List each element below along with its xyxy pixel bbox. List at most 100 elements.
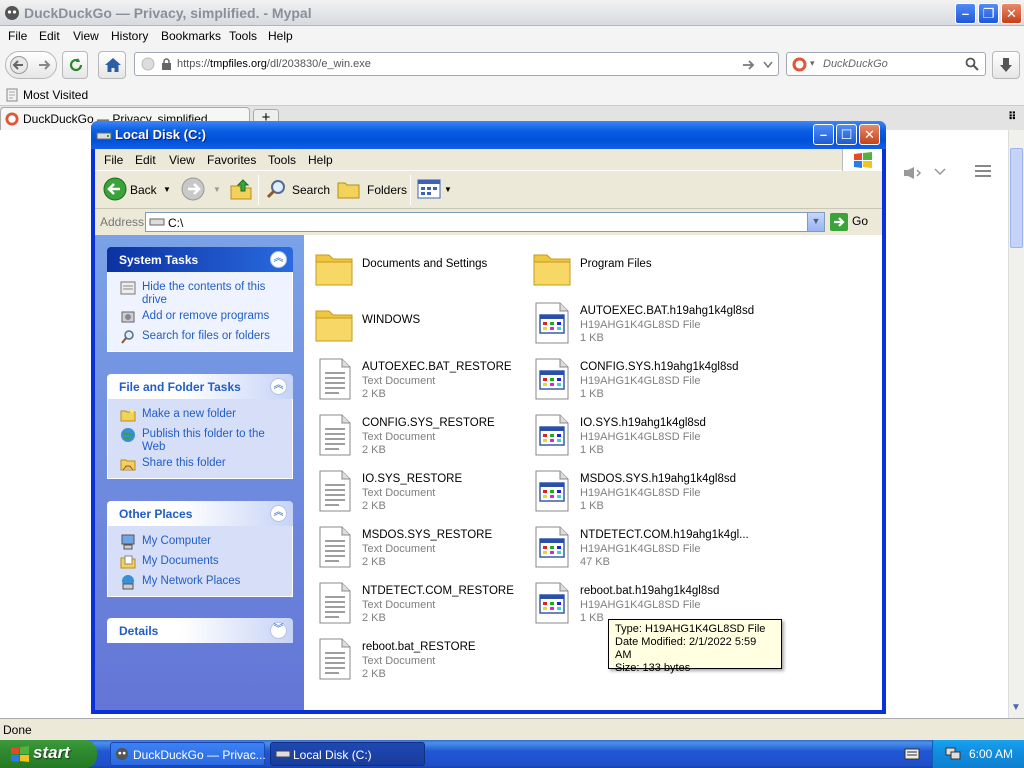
task-search-files[interactable]: Search for files or folders <box>108 327 292 347</box>
back-button[interactable]: Back <box>130 183 157 197</box>
url-bar[interactable]: https://tmpfiles.org/dl/203830/e_win.exe <box>134 52 779 76</box>
task-share-folder[interactable]: Share this folder <box>108 454 292 474</box>
file-item[interactable]: CONFIG.SYS_RESTORE Text Document 2 KB <box>314 411 534 461</box>
file-item[interactable]: NTDETECT.COM.h19ahg1k4gl... H19AHG1K4GL8S… <box>532 523 752 573</box>
file-name: CONFIG.SYS_RESTORE <box>362 417 495 429</box>
system-tasks-header[interactable]: System Tasks ︽ <box>107 247 293 272</box>
address-dropdown-icon[interactable]: ▼ <box>807 213 824 231</box>
file-item[interactable]: Program Files <box>532 243 752 293</box>
url-dropdown-icon[interactable] <box>763 61 773 69</box>
clock: 6:00 AM <box>969 747 1014 761</box>
file-item[interactable]: IO.SYS_RESTORE Text Document 2 KB <box>314 467 534 517</box>
details-header[interactable]: Details ︾ <box>107 618 293 643</box>
menu-help[interactable]: Help <box>268 29 293 43</box>
file-item[interactable]: MSDOS.SYS_RESTORE Text Document 2 KB <box>314 523 534 573</box>
home-button[interactable] <box>98 51 126 79</box>
explorer-close-button[interactable]: ✕ <box>859 124 880 145</box>
file-item[interactable]: MSDOS.SYS.h19ahg1k4gl8sd H19AHG1K4GL8SD F… <box>532 467 752 517</box>
expand-chevron-icon[interactable]: ︾ <box>270 622 287 639</box>
url-text: https://tmpfiles.org/dl/203830/e_win.exe <box>177 58 371 70</box>
scroll-down-arrow-icon[interactable]: ▼ <box>1011 702 1021 713</box>
back-dropdown-icon[interactable]: ▼ <box>163 185 171 194</box>
go-arrow-icon[interactable] <box>741 58 755 72</box>
file-item[interactable]: WINDOWS <box>314 299 534 349</box>
up-folder-icon[interactable] <box>229 177 253 201</box>
folders-button[interactable]: Folders <box>367 183 407 197</box>
explorer-maximize-button[interactable]: ☐ <box>836 124 857 145</box>
file-item[interactable]: NTDETECT.COM_RESTORE Text Document 2 KB <box>314 579 534 629</box>
collapse-chevron-icon[interactable]: ︽ <box>270 505 287 522</box>
file-item[interactable]: AUTOEXEC.BAT_RESTORE Text Document 2 KB <box>314 355 534 405</box>
other-places-header[interactable]: Other Places ︽ <box>107 501 293 526</box>
taskbar-item-browser[interactable]: DuckDuckGo — Privac... <box>110 742 266 766</box>
xp-menu-view[interactable]: View <box>169 153 195 167</box>
xp-menu-file[interactable]: File <box>104 153 123 167</box>
browser-restore-button[interactable]: ❐ <box>978 3 999 24</box>
back-arrow-icon[interactable] <box>10 56 28 74</box>
task-add-remove-programs[interactable]: Add or remove programs <box>108 307 292 327</box>
file-name: AUTOEXEC.BAT.h19ahg1k4gl8sd <box>580 305 755 317</box>
explorer-title-bar[interactable]: Local Disk (C:) – ☐ ✕ <box>91 121 886 149</box>
go-icon[interactable] <box>830 213 848 231</box>
forward-icon[interactable] <box>181 177 205 201</box>
scrollbar-thumb[interactable] <box>1010 148 1023 248</box>
views-icon[interactable] <box>417 179 441 199</box>
forward-arrow-icon[interactable] <box>36 57 52 73</box>
file-folder-tasks-header[interactable]: File and Folder Tasks ︽ <box>107 374 293 399</box>
place-my-computer[interactable]: My Computer <box>108 532 292 552</box>
explorer-minimize-button[interactable]: – <box>813 124 834 145</box>
page-scrollbar[interactable]: ▼ <box>1008 130 1024 718</box>
menu-history[interactable]: History <box>111 29 148 43</box>
search-placeholder: DuckDuckGo <box>823 58 888 70</box>
browser-minimize-button[interactable]: – <box>955 3 976 24</box>
chevron-down-icon[interactable] <box>934 168 946 176</box>
bookmark-most-visited[interactable]: Most Visited <box>23 88 88 102</box>
browser-close-button[interactable]: ✕ <box>1001 3 1022 24</box>
file-size: 1 KB <box>580 444 604 456</box>
place-my-documents[interactable]: My Documents <box>108 552 292 572</box>
search-bar[interactable]: ▾ DuckDuckGo <box>786 52 986 76</box>
menu-edit[interactable]: Edit <box>39 29 60 43</box>
file-item[interactable]: IO.SYS.h19ahg1k4gl8sd H19AHG1K4GL8SD File… <box>532 411 752 461</box>
search-icon[interactable] <box>965 57 979 71</box>
downloads-button[interactable] <box>992 51 1020 79</box>
file-item[interactable]: Documents and Settings <box>314 243 534 293</box>
menu-view[interactable]: View <box>73 29 99 43</box>
task-hide-contents[interactable]: Hide the contents of this drive <box>108 278 292 307</box>
file-item[interactable]: reboot.bat_RESTORE Text Document 2 KB <box>314 635 534 685</box>
search-icon[interactable] <box>265 177 289 201</box>
menu-tools[interactable]: Tools <box>229 29 257 43</box>
search-engine-dropdown-icon[interactable]: ▾ <box>810 58 815 69</box>
file-name: IO.SYS_RESTORE <box>362 473 463 485</box>
xp-menu-tools[interactable]: Tools <box>268 153 296 167</box>
address-input[interactable]: C:\ ▼ <box>145 212 825 232</box>
task-publish-web[interactable]: Publish this folder to the Web <box>108 425 292 454</box>
taskbar-item-explorer[interactable]: Local Disk (C:) <box>270 742 425 766</box>
speaker-icon[interactable] <box>902 166 928 180</box>
network-tray-icon[interactable] <box>945 747 961 761</box>
collapse-chevron-icon[interactable]: ︽ <box>270 251 287 268</box>
file-item[interactable]: AUTOEXEC.BAT.h19ahg1k4gl8sd H19AHG1K4GL8S… <box>532 299 755 349</box>
hamburger-menu-icon[interactable] <box>974 164 992 178</box>
task-new-folder[interactable]: Make a new folder <box>108 405 292 425</box>
back-icon[interactable] <box>103 177 127 201</box>
collapse-chevron-icon[interactable]: ︽ <box>270 378 287 395</box>
back-forward-group[interactable] <box>5 51 57 79</box>
search-button[interactable]: Search <box>292 183 330 197</box>
tab-list-icon[interactable]: ⠿ <box>1008 110 1017 123</box>
reload-button[interactable] <box>62 51 88 79</box>
menu-file[interactable]: File <box>8 29 27 43</box>
place-my-network-places[interactable]: My Network Places <box>108 572 292 592</box>
xp-menu-help[interactable]: Help <box>308 153 333 167</box>
system-tasks-title: System Tasks <box>119 253 199 267</box>
go-button[interactable]: Go <box>852 214 868 228</box>
xp-menu-edit[interactable]: Edit <box>135 153 156 167</box>
views-dropdown-icon[interactable]: ▼ <box>444 185 452 194</box>
keyboard-icon[interactable] <box>904 748 920 760</box>
start-button[interactable]: start <box>0 740 97 768</box>
folders-icon[interactable] <box>337 178 361 200</box>
xp-menu-favorites[interactable]: Favorites <box>207 153 256 167</box>
file-type: Text Document <box>362 543 436 555</box>
file-item[interactable]: CONFIG.SYS.h19ahg1k4gl8sd H19AHG1K4GL8SD … <box>532 355 752 405</box>
menu-bookmarks[interactable]: Bookmarks <box>161 29 221 43</box>
